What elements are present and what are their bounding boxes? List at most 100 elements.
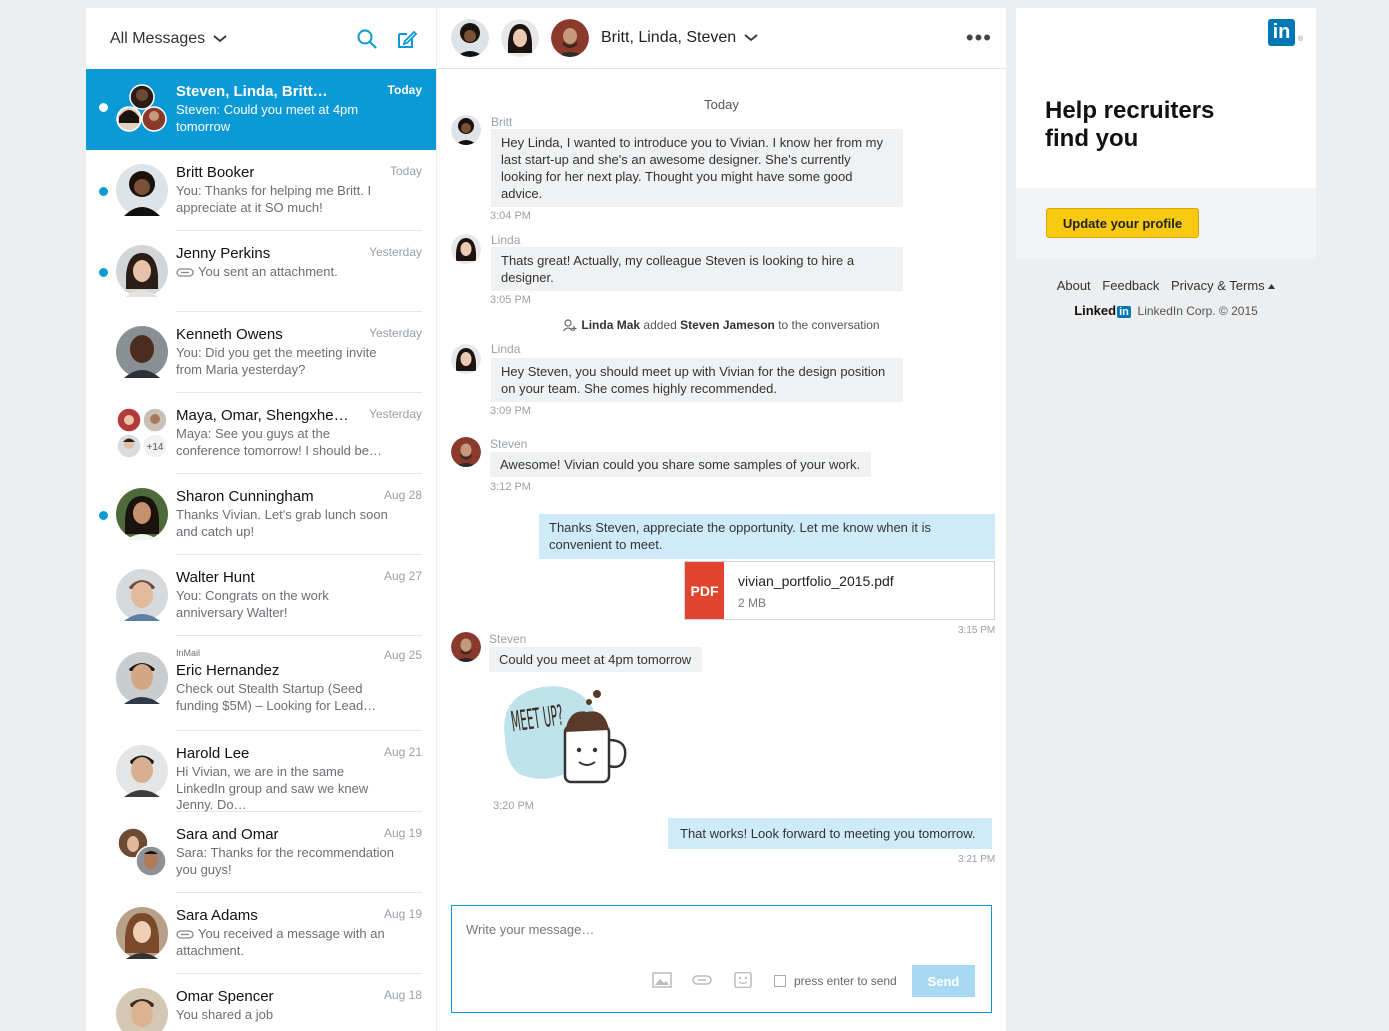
conversation-title[interactable]: Britt, Linda, Steven [601,29,736,47]
message-input[interactable] [452,906,991,966]
conversation-snippet: You: Did you get the meeting invite from… [176,345,377,377]
conversation-item-omar-spencer[interactable]: Omar Spencer Aug 18 You shared a job [86,974,436,1031]
avatar [116,164,168,216]
conversation-date: Aug 25 [383,648,422,662]
conversation-item-harold-lee[interactable]: Harold Lee Aug 21 Hi Vivian, we are in t… [86,731,436,812]
footer: About Feedback Privacy & Terms Linked in … [1016,278,1316,318]
avatar[interactable] [451,632,481,662]
attachment-icon[interactable] [692,972,712,988]
message-bubble: Thats great! Actually, my colleague Stev… [491,247,903,291]
conversation-name: Sara Adams [176,907,258,924]
message-sender: Linda [491,233,521,247]
avatar[interactable] [451,234,481,264]
avatar [116,907,168,959]
conversation-item-maya-omar-shengxhe[interactable]: +14 Maya, Omar, Shengxhe… Yesterday Maya… [86,393,436,474]
footer-link-about[interactable]: About [1057,278,1091,293]
participant-avatar-britt[interactable] [451,19,489,57]
conversation-name: Jenny Perkins [176,245,271,262]
participant-avatar-steven[interactable] [551,19,589,57]
avatar [116,245,168,297]
message-time: 3:12 PM [490,481,531,493]
send-button[interactable]: Send [912,965,975,997]
conversation-snippet: You shared a job [176,1007,274,1022]
avatar[interactable] [451,344,481,374]
conversation-item-steven-linda-britt[interactable]: Steven, Linda, Britt… Today Steven: Coul… [86,69,436,150]
message-time: 3:04 PM [490,210,531,222]
footer-link-privacy-terms-label: Privacy & Terms [1171,278,1265,293]
pdf-icon: PDF [685,562,724,619]
footer-link-privacy-terms[interactable]: Privacy & Terms [1171,278,1276,293]
conversation-date: Aug 19 [383,907,422,921]
meet-up-sticker: MEET UP? [504,686,627,784]
conversation-item-kenneth-owens[interactable]: Kenneth Owens Yesterday You: Did you get… [86,312,436,393]
avatar[interactable] [451,437,481,467]
conversation-date: Aug 21 [383,745,422,759]
unread-dot [99,187,108,196]
press-enter-checkbox[interactable] [774,975,786,987]
conversation-name: Eric Hernandez [176,662,280,679]
conversation-item-britt-booker[interactable]: Britt Booker Today You: Thanks for helpi… [86,150,436,231]
linkedin-wordmark: Linked in [1074,303,1131,318]
conversation-snippet: Steven: Could you meet at 4pm tomorrow [176,102,359,134]
message-sender: Steven [489,632,527,646]
system-verb: added [643,318,677,332]
conversation-item-sharon-cunningham[interactable]: Sharon Cunningham Aug 28 Thanks Vivian. … [86,474,436,555]
image-icon[interactable] [652,972,672,988]
system-suffix: to the conversation [778,318,880,332]
unread-dot [99,268,108,277]
conversation-item-walter-hunt[interactable]: Walter Hunt Aug 27 You: Congrats on the … [86,555,436,636]
message-sender: Linda [491,342,521,356]
more-options-button[interactable]: ••• [966,25,992,51]
unread-dot [99,511,108,520]
caret-up-icon [1268,284,1276,290]
conversation-date: Aug 28 [383,488,422,502]
search-icon[interactable] [356,28,378,50]
conversation-item-sara-and-omar[interactable]: Sara and Omar Aug 19 Sara: Thanks for th… [86,812,436,893]
attachment-icon [176,268,194,277]
avatar [116,745,168,797]
emoji-icon[interactable] [734,972,752,988]
compose-icon[interactable] [396,28,418,50]
conversation-name: Kenneth Owens [176,326,283,343]
conversation-snippet: You sent an attachment. [198,264,338,279]
conversation-name: Steven, Linda, Britt… [176,83,328,100]
copyright-row: Linked in LinkedIn Corp. © 2015 [1016,303,1316,318]
conversation-item-eric-hernandez[interactable]: InMail Eric Hernandez Aug 25 Check out S… [86,636,436,731]
system-message: Linda Mak added Steven Jameson to the co… [437,318,1006,332]
update-profile-button[interactable]: Update your profile [1046,208,1199,238]
conversation-item-jenny-perkins[interactable]: Jenny Perkins Yesterday You sent an atta… [86,231,436,312]
wordmark-linked: Linked [1074,303,1117,318]
avatar [116,326,168,378]
conversation-snippet: Sara: Thanks for the recommendation you … [176,845,394,877]
group-avatar: +14 [116,407,168,459]
avatar [116,569,168,621]
extra-participants-count: +14 [147,442,164,453]
conversation-name: Britt Booker [176,164,255,181]
copyright-text: LinkedIn Corp. © 2015 [1137,304,1258,318]
avatar [116,988,168,1031]
group-avatar [116,826,168,878]
avatar [116,488,168,540]
filter-dropdown-label[interactable]: All Messages [110,30,205,48]
conversation-list-panel: All Messages Steven, Linda, Britt… Today… [86,8,436,1031]
conversation-date: Aug 19 [383,826,422,840]
conversation-date: Yesterday [369,407,422,421]
participant-avatar-linda[interactable] [501,19,539,57]
conversation-item-sara-adams[interactable]: Sara Adams Aug 19 You received a message… [86,893,436,974]
avatar[interactable] [451,115,481,145]
conversation-snippet-row: You received a message with an attachmen… [176,926,396,959]
file-name[interactable]: vivian_portfolio_2015.pdf [738,573,894,589]
conversation-snippet: You: Congrats on the work anniversary Wa… [176,588,329,620]
chevron-down-icon[interactable] [744,34,758,42]
press-enter-label: press enter to send [794,974,897,988]
message-bubble: Hey Linda, I wanted to introduce you to … [491,129,903,207]
chevron-down-icon[interactable] [213,34,227,43]
file-size: 2 MB [738,596,767,610]
conversation-date: Aug 18 [383,988,422,1002]
footer-link-feedback[interactable]: Feedback [1102,278,1159,293]
linkedin-logo: in [1268,19,1295,46]
conversation-name: Walter Hunt [176,569,255,586]
conversation-date: Yesterday [369,326,422,340]
message-sender: Britt [491,115,513,129]
file-attachment[interactable]: PDF vivian_portfolio_2015.pdf 2 MB [684,561,995,620]
